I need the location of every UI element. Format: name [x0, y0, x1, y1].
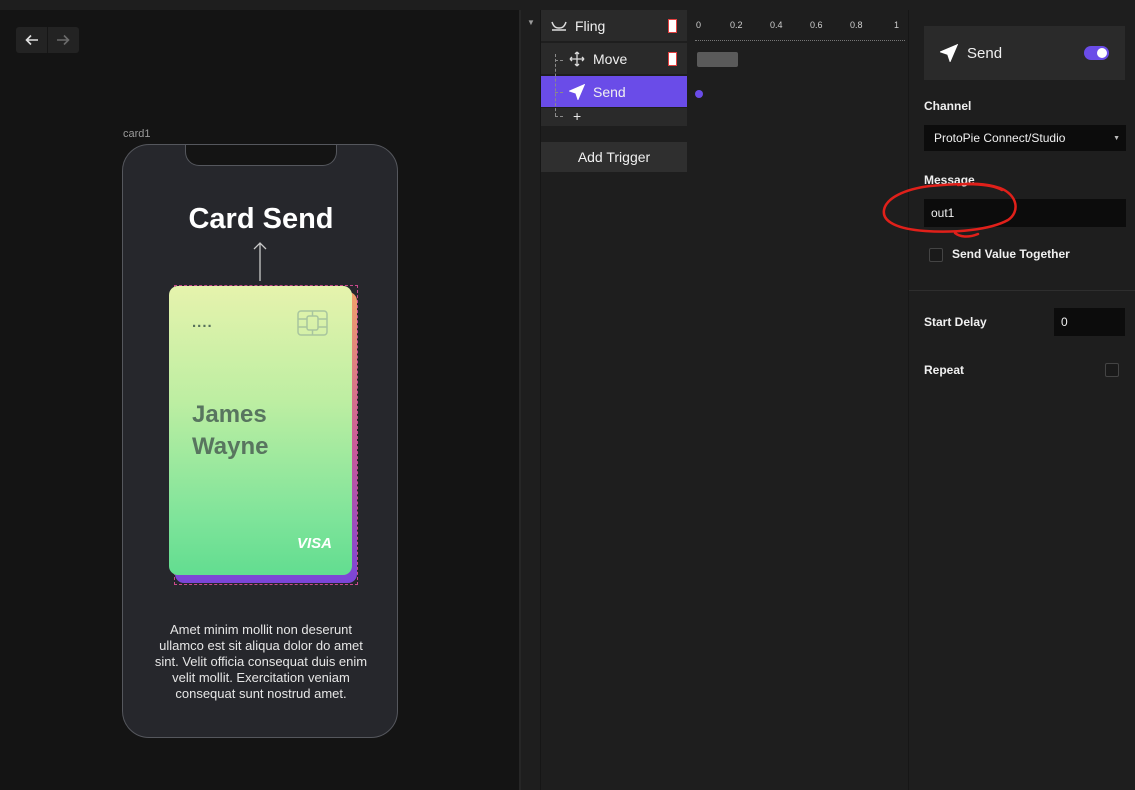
timeline-tick: 0.6 [810, 20, 823, 30]
channel-label: Channel [924, 99, 972, 113]
response-header: Send [924, 26, 1125, 80]
response-enabled-toggle[interactable] [1084, 46, 1109, 60]
timeline-ruler[interactable] [695, 37, 905, 41]
repeat-checkbox[interactable] [1105, 363, 1119, 377]
response-title: Send [967, 44, 1003, 62]
timeline-tick: 0.4 [770, 20, 783, 30]
add-trigger-button[interactable]: Add Trigger [541, 142, 687, 172]
cardholder-first-name: James [192, 401, 267, 428]
add-response-row[interactable]: + [541, 108, 687, 126]
response-move[interactable]: Move [541, 43, 687, 75]
scene-title: Card Send [188, 203, 334, 235]
forward-button[interactable] [47, 27, 78, 53]
send-value-together-label: Send Value Together [952, 247, 1070, 261]
section-divider [909, 290, 1135, 291]
start-delay-input[interactable]: 0 [1054, 308, 1125, 336]
breakpoint-flag[interactable] [668, 51, 677, 66]
timeline-ruler-labels: 0 0.2 0.4 0.6 0.8 1 [687, 20, 908, 34]
chip-icon [297, 310, 328, 336]
timeline-tick: 1 [894, 20, 900, 30]
move-duration-bar[interactable] [697, 52, 738, 67]
card-dots: .... [192, 314, 213, 331]
channel-value: ProtoPie Connect/Studio [934, 131, 1066, 145]
tree-connector [555, 116, 563, 117]
back-button[interactable] [16, 27, 47, 53]
timeline: 0 0.2 0.4 0.6 0.8 1 [687, 10, 908, 790]
history-nav [16, 27, 79, 53]
canvas-area: card1 Card Send .... James Wayne VISA Am… [0, 10, 519, 790]
message-input[interactable]: out1 [924, 199, 1126, 227]
send-icon [567, 82, 587, 102]
send-value-together-checkbox[interactable] [929, 248, 943, 262]
start-delay-label: Start Delay [924, 315, 987, 329]
message-label: Message [924, 173, 975, 187]
interactions-panel: ▼ Fling Move Send + Add Trigger 0 0.2 0.… [521, 10, 908, 790]
repeat-label: Repeat [924, 363, 965, 377]
message-value: out1 [931, 206, 955, 220]
fling-icon [549, 16, 569, 36]
timeline-tick: 0 [696, 20, 702, 30]
tree-connector [555, 54, 556, 116]
timeline-tick: 0.2 [730, 20, 743, 30]
cardholder-last-name: Wayne [192, 433, 269, 460]
breakpoint-flag[interactable] [668, 18, 677, 33]
visa-logo: VISA [297, 535, 333, 552]
response-move-label: Move [593, 50, 628, 67]
send-icon [940, 44, 958, 62]
send-keyframe-dot[interactable] [695, 90, 703, 98]
response-send-label: Send [593, 83, 626, 100]
phone-notch [185, 145, 337, 166]
add-response-button[interactable]: + [573, 108, 581, 124]
body-text: Amet minim mollit non deserunt ullamco e… [154, 622, 368, 701]
collapse-icon[interactable]: ▼ [527, 18, 535, 27]
tree-connector [555, 60, 563, 61]
frame-label[interactable]: card1 [123, 128, 151, 140]
phone-frame[interactable]: Card Send .... James Wayne VISA Amet min… [122, 144, 398, 738]
tree-gutter: ▼ [521, 10, 541, 790]
arrow-up-icon [253, 242, 267, 281]
start-delay-value: 0 [1061, 315, 1068, 329]
properties-panel: Send Channel ProtoPie Connect/Studio ▼ M… [908, 10, 1135, 790]
move-icon [567, 49, 587, 69]
channel-select[interactable]: ProtoPie Connect/Studio ▼ [924, 125, 1126, 151]
arrow-left-icon [24, 34, 38, 46]
tree-connector [555, 92, 563, 93]
cardholder-name: James Wayne [192, 399, 268, 463]
credit-card[interactable]: .... James Wayne VISA [169, 286, 352, 575]
top-strip [0, 0, 1135, 10]
arrow-right-icon [57, 34, 70, 46]
trigger-fling[interactable]: Fling [541, 10, 687, 42]
timeline-tick: 0.8 [850, 20, 863, 30]
chevron-down-icon: ▼ [1113, 135, 1120, 142]
trigger-fling-label: Fling [575, 17, 606, 34]
